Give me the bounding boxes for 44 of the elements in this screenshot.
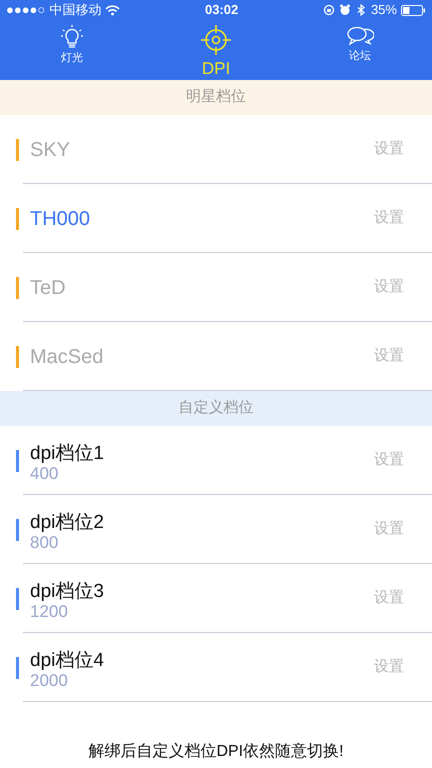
accent-bar bbox=[16, 138, 19, 160]
crosshair-icon bbox=[200, 24, 232, 56]
dpi-value: 800 bbox=[30, 534, 58, 552]
accent-bar bbox=[16, 656, 19, 678]
preset-name: dpi档位4 bbox=[30, 650, 104, 672]
section-header: 自定义档位 bbox=[0, 391, 432, 426]
settings-link[interactable]: 设置 bbox=[374, 276, 404, 299]
dpi-value: 2000 bbox=[30, 672, 68, 690]
accent-bar bbox=[16, 346, 19, 368]
settings-link[interactable]: 设置 bbox=[374, 656, 404, 679]
settings-link[interactable]: 设置 bbox=[374, 345, 404, 368]
accent-bar bbox=[16, 450, 19, 472]
carrier-name: 中国移动 bbox=[49, 1, 102, 20]
tab-button[interactable]: 论坛 bbox=[288, 20, 432, 80]
dpi-value: 400 bbox=[30, 464, 58, 484]
accent-bar bbox=[16, 518, 19, 540]
wifi-icon bbox=[105, 4, 120, 16]
preset-name[interactable]: SKY bbox=[30, 134, 374, 164]
settings-link[interactable]: 设置 bbox=[374, 138, 404, 161]
preset-name[interactable]: MacSed bbox=[30, 342, 374, 372]
dpi-value: 1200 bbox=[30, 602, 68, 622]
settings-link[interactable]: 设置 bbox=[374, 587, 404, 610]
bulb-icon bbox=[59, 24, 85, 50]
chat-bubbles-icon bbox=[346, 24, 374, 48]
rotation-lock-icon bbox=[322, 4, 335, 16]
status-time: 03:02 bbox=[204, 1, 238, 20]
settings-link[interactable]: 设置 bbox=[374, 449, 404, 472]
preset-name: dpi档位1 bbox=[30, 444, 104, 465]
preset-name: dpi档位3 bbox=[30, 582, 104, 603]
preset-name[interactable]: TH000 bbox=[30, 204, 374, 234]
accent-bar bbox=[16, 588, 19, 610]
preset-name[interactable]: TeD bbox=[30, 272, 374, 302]
tab-button[interactable]: DPI bbox=[144, 20, 288, 80]
settings-link[interactable]: 设置 bbox=[374, 207, 404, 230]
settings-link[interactable]: 设置 bbox=[374, 518, 404, 541]
section-header: 明星档位 bbox=[0, 80, 432, 115]
accent-bar bbox=[16, 276, 19, 298]
battery-percent: 35% bbox=[370, 1, 397, 20]
accent-bar bbox=[16, 208, 19, 230]
footer-note: 解绑后自定义档位DPI依然随意切换! bbox=[88, 742, 344, 762]
tab-button[interactable]: 灯光 bbox=[0, 20, 144, 80]
preset-name: dpi档位2 bbox=[30, 512, 104, 534]
battery-icon bbox=[400, 4, 426, 16]
signal-dots: ●●●●○ bbox=[6, 1, 46, 20]
